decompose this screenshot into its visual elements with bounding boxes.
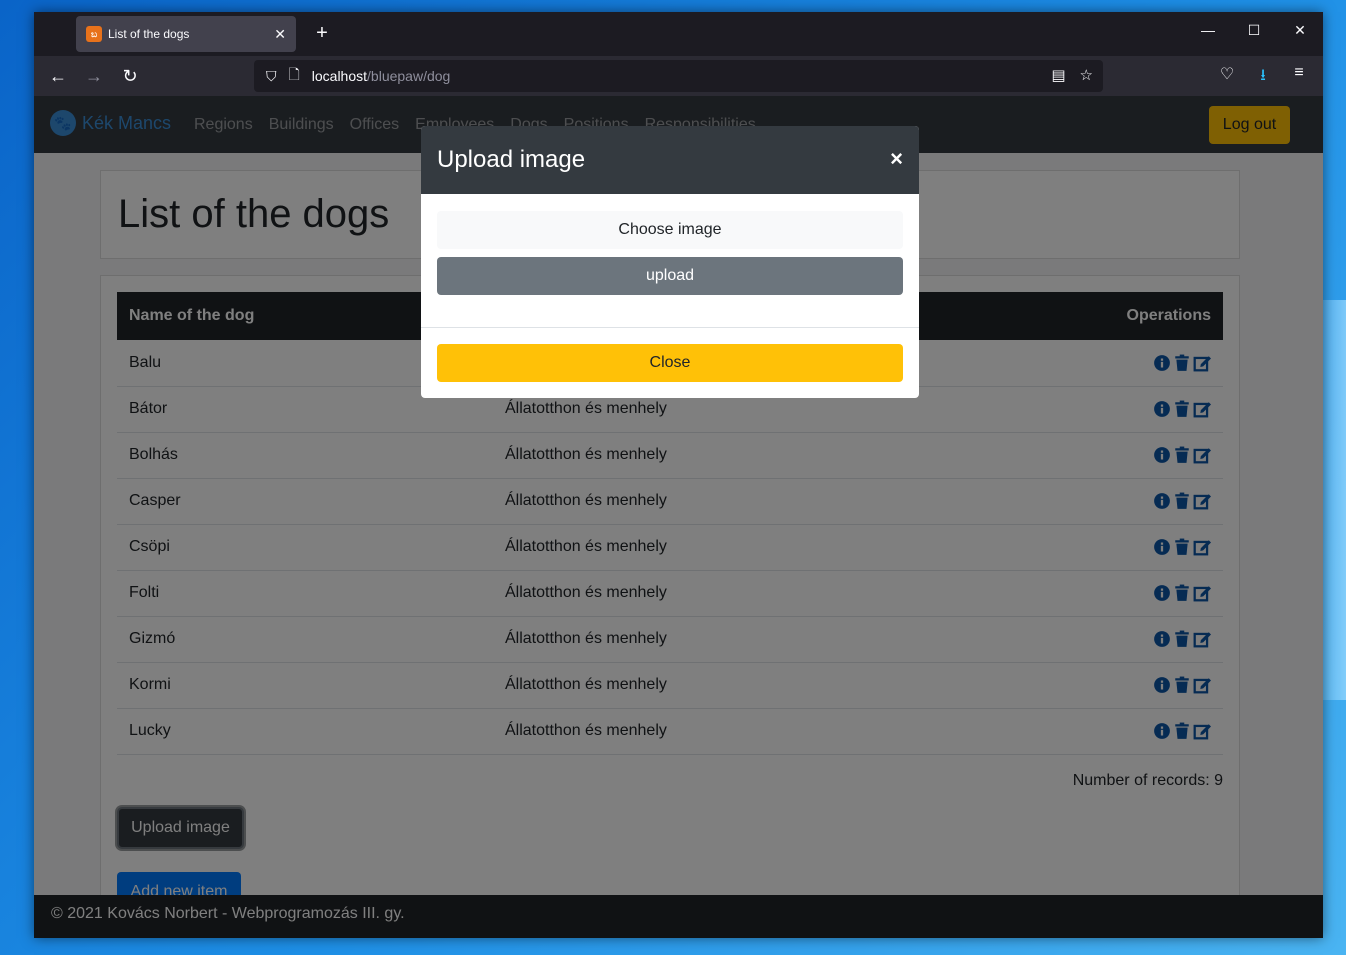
page-icon: 🗋	[288, 66, 300, 82]
browser-toolbar: ← → ↻ ⛉ 🗋 localhost/bluepaw/dog ▤ ☆ ♡ ⭳ …	[34, 56, 1323, 96]
menu-icon[interactable]: ≡	[1287, 64, 1311, 82]
download-icon[interactable]: ⭳	[1251, 64, 1275, 91]
bookmark-star-icon[interactable]: ☆	[1080, 66, 1093, 84]
forward-icon[interactable]: →	[82, 64, 106, 88]
url-bar[interactable]: ⛉ 🗋 localhost/bluepaw/dog ▤ ☆	[254, 60, 1103, 92]
close-window-icon[interactable]: ✕	[1288, 22, 1312, 39]
browser-tab[interactable]: ಬ List of the dogs ✕	[76, 16, 296, 52]
reload-icon[interactable]: ↻	[118, 64, 142, 88]
upload-image-modal: Upload image × Choose image upload Close	[421, 126, 919, 398]
modal-body: Choose image upload	[437, 211, 903, 295]
pocket-icon[interactable]: ♡	[1215, 64, 1239, 84]
xampp-icon: ಬ	[86, 26, 102, 42]
browser-window: ಬ List of the dogs ✕ + — ☐ ✕ ← → ↻ ⛉ 🗋 l…	[34, 12, 1323, 938]
page-viewport: 🐾 Kék Mancs Regions Buildings Offices Em…	[34, 96, 1323, 938]
close-tab-icon[interactable]: ✕	[274, 26, 286, 43]
url-path: /bluepaw/dog	[367, 68, 451, 84]
back-icon[interactable]: ←	[46, 64, 70, 88]
modal-header: Upload image ×	[421, 126, 919, 194]
modal-divider	[421, 327, 919, 328]
new-tab-icon[interactable]: +	[310, 22, 334, 45]
maximize-icon[interactable]: ☐	[1242, 22, 1266, 39]
choose-image-button[interactable]: Choose image	[437, 211, 903, 249]
shield-icon[interactable]: ⛉	[266, 68, 277, 85]
modal-close-icon[interactable]: ×	[890, 146, 903, 172]
url-host: localhost	[311, 68, 368, 84]
modal-title: Upload image	[437, 146, 586, 173]
tab-title: List of the dogs	[108, 27, 190, 41]
minimize-icon[interactable]: —	[1196, 22, 1220, 38]
upload-button[interactable]: upload	[437, 257, 903, 295]
tab-strip: ಬ List of the dogs ✕ + — ☐ ✕	[34, 12, 1323, 56]
reader-view-icon[interactable]: ▤	[1051, 66, 1065, 84]
modal-close-button[interactable]: Close	[437, 344, 903, 382]
